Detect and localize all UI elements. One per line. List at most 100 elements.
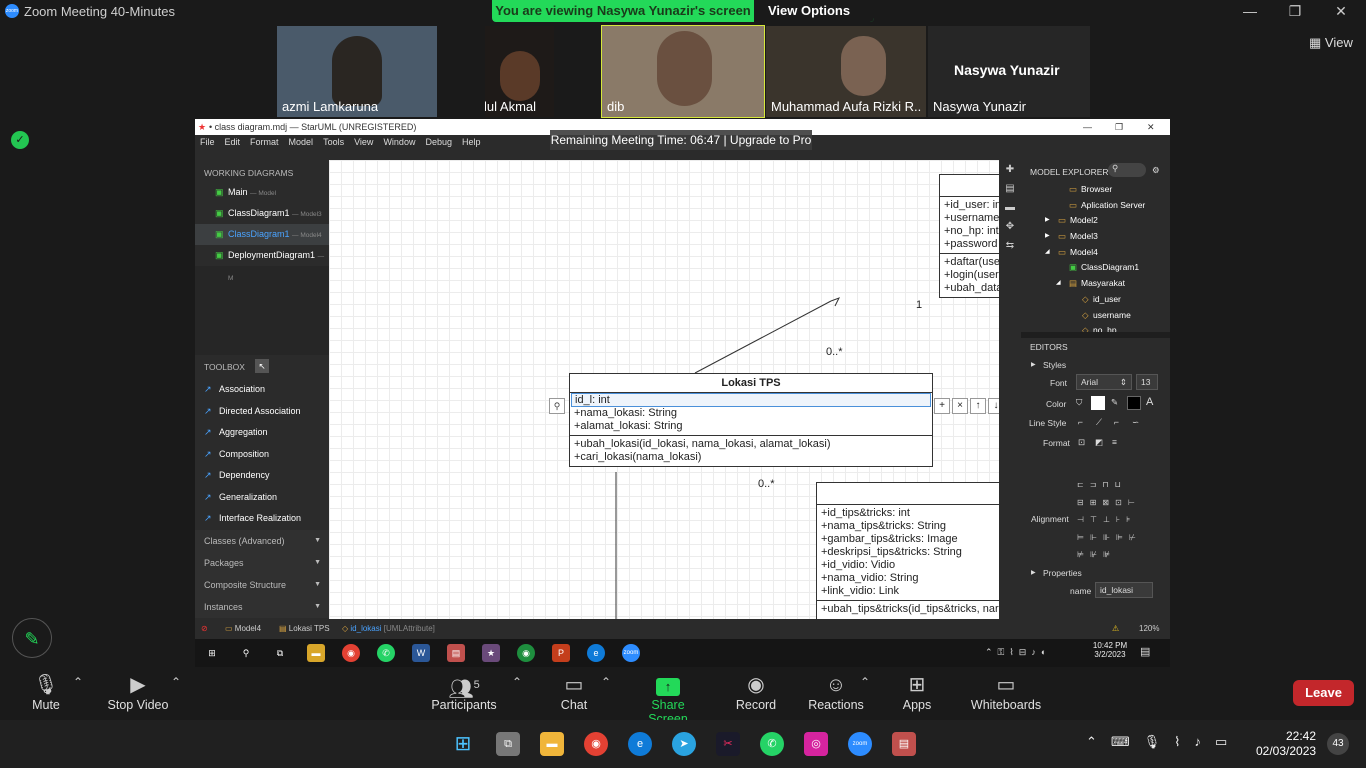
- app-icon[interactable]: ▤: [447, 644, 465, 662]
- properties-section[interactable]: ▶ Properties: [1021, 564, 1170, 582]
- powerpoint-icon[interactable]: P: [552, 644, 570, 662]
- toolbox-directed-association[interactable]: Directed Association: [195, 401, 329, 423]
- toolbox-dependency[interactable]: Dependency: [195, 465, 329, 487]
- name-input[interactable]: id_lokasi: [1095, 582, 1153, 599]
- chat-button[interactable]: ▭ Chat: [555, 672, 593, 712]
- whatsapp-icon[interactable]: ✆: [760, 732, 784, 756]
- staruml-icon[interactable]: ★: [482, 644, 500, 662]
- chevron-up-icon[interactable]: ⌃: [601, 675, 611, 689]
- notification-badge[interactable]: 43: [1327, 733, 1349, 755]
- chevron-up-icon[interactable]: ⌃: [73, 675, 83, 689]
- file-explorer-icon[interactable]: ▬: [540, 732, 564, 756]
- alignment-icons[interactable]: ⊏⊐⊓⊔ ⊟⊞⊠⊡⊢ ⊣⊤⊥⊦⊧ ⊨⊩⊪⊫⊬ ⊭⊮⊯: [1077, 476, 1163, 564]
- minimize-icon[interactable]: —: [1083, 119, 1092, 135]
- toolbox-interface-realization[interactable]: Interface Realization: [195, 508, 329, 530]
- diagram-canvas[interactable]: +id_user: in +username +no_hp: int +pass…: [329, 160, 999, 619]
- breadcrumb-item[interactable]: ▤ Lokasi TPS: [279, 620, 330, 638]
- leave-button[interactable]: Leave: [1293, 680, 1354, 706]
- task-view-icon[interactable]: ⧉: [271, 644, 289, 662]
- toolbox-category[interactable]: Composite Structure: [195, 573, 329, 596]
- tree-item[interactable]: ▣ ClassDiagram1: [1021, 260, 1170, 276]
- collapse-icon[interactable]: ◢: [1056, 276, 1061, 292]
- visibility-icon[interactable]: ⚲: [549, 398, 565, 414]
- file-explorer-icon[interactable]: ▬: [307, 644, 325, 662]
- windows-start-icon[interactable]: ⊞: [203, 644, 221, 662]
- record-button[interactable]: ◉ Record: [734, 672, 778, 712]
- warning-icon[interactable]: ⚠: [1112, 620, 1119, 638]
- tree-item[interactable]: ◢ ▭ Model4: [1021, 245, 1170, 261]
- tree-item[interactable]: ◇ no_hp: [1021, 323, 1170, 332]
- text-color-icon[interactable]: A: [1146, 396, 1153, 408]
- collapse-icon[interactable]: ◢: [1045, 245, 1050, 261]
- whiteboards-button[interactable]: ▭ Whiteboards: [970, 672, 1042, 712]
- model-explorer-icon[interactable]: ▤: [999, 179, 1021, 198]
- security-shield-icon[interactable]: ✓: [11, 131, 29, 149]
- participants-button[interactable]: 👥︎5 Participants: [430, 672, 498, 712]
- whatsapp-icon[interactable]: ✆: [377, 644, 395, 662]
- move-down-icon[interactable]: ↓: [988, 398, 999, 414]
- share-icon[interactable]: ⇆: [999, 236, 1021, 255]
- tree-item[interactable]: ◢ ▤ Masyarakat: [1021, 276, 1170, 292]
- close-icon[interactable]: ✕: [1326, 2, 1356, 20]
- capcut-icon[interactable]: ✂: [716, 732, 740, 756]
- tree-item[interactable]: ◇ username: [1021, 308, 1170, 324]
- breadcrumb-item[interactable]: ◇ id_lokasi [UMLAttribute]: [342, 620, 435, 638]
- view-button[interactable]: ▦ View: [1309, 35, 1353, 51]
- participant-tile[interactable]: azmi Lamkaruna: [277, 26, 437, 117]
- edge-icon[interactable]: e: [587, 644, 605, 662]
- stop-video-button[interactable]: ▶︎ Stop Video: [105, 672, 171, 712]
- line-color-swatch[interactable]: [1127, 396, 1141, 411]
- chevron-up-icon[interactable]: ⌃: [171, 675, 181, 689]
- share-screen-button[interactable]: ↑ Share Screen: [630, 672, 706, 726]
- close-icon[interactable]: ✕: [1147, 119, 1155, 135]
- view-options-button[interactable]: View Options ⌄: [754, 0, 874, 22]
- notification-icon[interactable]: ▤: [1140, 645, 1150, 658]
- windows-start-icon[interactable]: ⊞: [451, 732, 475, 756]
- instagram-icon[interactable]: ◎: [804, 732, 828, 756]
- toolbox-association[interactable]: Association: [195, 379, 329, 401]
- menu-tools[interactable]: Tools: [318, 135, 349, 149]
- working-diagram-item[interactable]: ▣ DeploymentDiagram1 — M: [195, 245, 329, 282]
- menu-model[interactable]: Model: [284, 135, 319, 149]
- working-diagram-item[interactable]: ▣ Main — Model: [195, 182, 329, 203]
- attribute-edit-input[interactable]: id_l: int: [571, 393, 931, 407]
- move-up-icon[interactable]: ↑: [970, 398, 986, 414]
- tree-item[interactable]: ▶ ▭ Model2: [1021, 213, 1170, 229]
- chevron-up-icon[interactable]: ⌃: [512, 675, 522, 689]
- navigator-icon[interactable]: ✥: [999, 217, 1021, 236]
- line-style-curve-icon[interactable]: ∽: [1132, 417, 1139, 428]
- paint-bucket-icon[interactable]: ⛉: [1076, 397, 1082, 408]
- toolbox-category[interactable]: Packages: [195, 551, 329, 574]
- task-view-icon[interactable]: ⧉: [496, 732, 520, 756]
- show-shadow-icon[interactable]: ◩: [1095, 437, 1103, 448]
- word-wrap-icon[interactable]: ≡: [1112, 437, 1117, 447]
- chevron-up-icon[interactable]: ⌃: [860, 675, 870, 689]
- expand-icon[interactable]: ▶: [1045, 229, 1050, 245]
- reactions-button[interactable]: ☺︎ Reactions: [808, 672, 864, 712]
- tree-item[interactable]: ▭ Aplication Server: [1021, 198, 1170, 214]
- styles-section[interactable]: ▶ Styles: [1021, 356, 1170, 374]
- menu-help[interactable]: Help: [457, 135, 486, 149]
- delete-attribute-icon[interactable]: ×: [952, 398, 968, 414]
- toolbox-category[interactable]: Instances: [195, 595, 329, 618]
- class-tips-tricks[interactable]: +id_tips&tricks: int +nama_tips&tricks: …: [816, 482, 999, 619]
- app-icon[interactable]: ▤: [892, 732, 916, 756]
- tree-item[interactable]: ▭ Browser: [1021, 182, 1170, 198]
- expand-icon[interactable]: ▶: [1045, 213, 1050, 229]
- chrome-icon[interactable]: ◉: [584, 732, 608, 756]
- working-diagram-item-selected[interactable]: ▣ ClassDiagram1 — Model4: [195, 224, 329, 245]
- line-style-rectilinear-icon[interactable]: ⌐: [1078, 417, 1083, 427]
- minimize-icon[interactable]: —: [1235, 2, 1265, 20]
- toolbox-aggregation[interactable]: Aggregation: [195, 422, 329, 444]
- participant-tile[interactable]: Nasywa Yunazir Nasywa Yunazir: [928, 26, 1090, 117]
- annotate-pen-icon[interactable]: ✎: [12, 618, 52, 658]
- chrome-icon[interactable]: ◉: [342, 644, 360, 662]
- restore-icon[interactable]: ❐: [1115, 119, 1123, 135]
- pen-icon[interactable]: ✎: [1111, 397, 1118, 408]
- search-icon[interactable]: ⚲: [1108, 163, 1146, 177]
- fill-color-swatch[interactable]: [1091, 396, 1105, 411]
- add-attribute-icon[interactable]: +: [934, 398, 950, 414]
- clock[interactable]: 10:42 PM 3/2/2023: [1090, 641, 1130, 659]
- edge-icon[interactable]: e: [628, 732, 652, 756]
- menu-view[interactable]: View: [349, 135, 378, 149]
